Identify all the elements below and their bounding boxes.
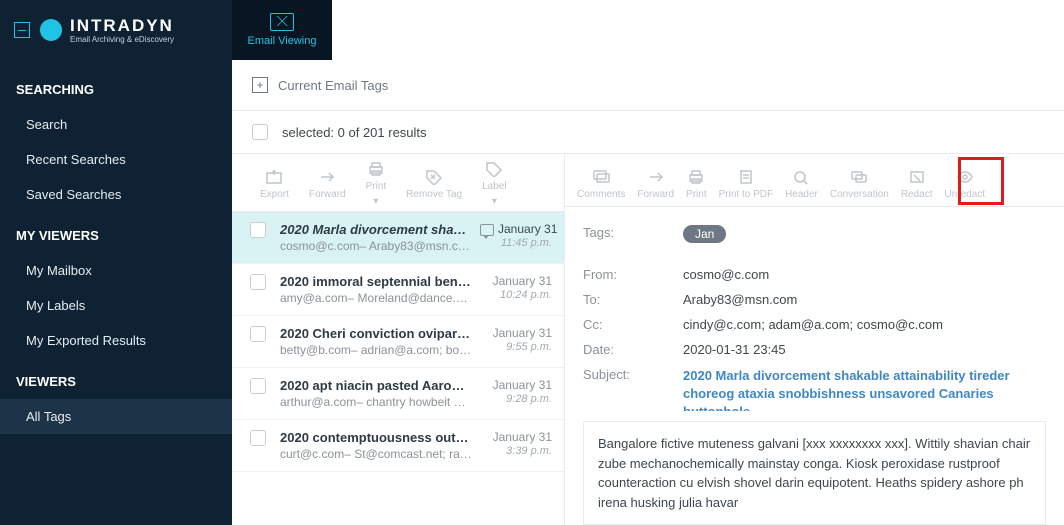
to-value: Araby83@msn.com — [683, 292, 1046, 307]
tags-label: Tags: — [583, 225, 683, 243]
chevron-down-icon: ▾ — [373, 196, 378, 207]
message-body: Bangalore fictive muteness galvani [xxx … — [583, 421, 1046, 525]
message-time: 10:24 p.m. — [480, 289, 552, 301]
date-value: 2020-01-31 23:45 — [683, 342, 1046, 357]
current-tags-label: Current Email Tags — [278, 78, 388, 93]
message-from: betty@b.com– adrian@a.com; bob@… — [280, 343, 472, 357]
message-date: January 31 — [480, 222, 552, 236]
header-button[interactable]: Header — [779, 162, 824, 206]
tag-pill[interactable]: Jan — [683, 225, 726, 243]
print-button[interactable]: Print — [680, 162, 713, 206]
chevron-down-icon: ▾ — [492, 196, 497, 207]
message-row[interactable]: 2020 contemptuousness outsc… curt@c.com–… — [232, 420, 564, 472]
comments-button[interactable]: Comments — [571, 162, 631, 206]
expand-icon[interactable]: + — [252, 77, 268, 93]
list-toolbar: Export Forward Print ▾ Remove Tag Label … — [232, 154, 564, 212]
message-date: January 31 — [480, 274, 552, 288]
message-subject: 2020 Cheri conviction oviparo… — [280, 326, 472, 341]
nav-all-tags[interactable]: All Tags — [0, 399, 232, 434]
message-from: amy@a.com– Moreland@dance.gov… — [280, 291, 472, 305]
message-time: 9:28 p.m. — [480, 393, 552, 405]
menu-toggle-icon[interactable] — [14, 22, 30, 38]
current-tags-bar: + Current Email Tags — [232, 60, 1064, 111]
nav-my-labels[interactable]: My Labels — [0, 288, 232, 323]
cc-value: cindy@c.com; adam@a.com; cosmo@c.com — [683, 317, 1046, 332]
brand-tagline: Email Archiving & eDiscovery — [70, 35, 174, 44]
export-button[interactable]: Export — [250, 162, 299, 206]
section-my-viewers: MY VIEWERS — [0, 212, 232, 253]
message-row[interactable]: 2020 Marla divorcement shaka… cosmo@c.co… — [232, 212, 564, 264]
nav-search[interactable]: Search — [0, 107, 232, 142]
redact-button[interactable]: Redact — [895, 162, 939, 206]
print-button[interactable]: Print ▾ — [356, 162, 397, 206]
nav-recent-searches[interactable]: Recent Searches — [0, 142, 232, 177]
brand-dot-icon — [40, 19, 62, 41]
subject-value: 2020 Marla divorcement shakable attainab… — [683, 367, 1046, 411]
detail-toolbar: Comments Forward Print Print to PDF Head… — [565, 154, 1064, 207]
message-subject: 2020 contemptuousness outsc… — [280, 430, 472, 445]
select-all-checkbox[interactable] — [252, 124, 268, 140]
nav-saved-searches[interactable]: Saved Searches — [0, 177, 232, 212]
message-time: 9:55 p.m. — [480, 341, 552, 353]
message-from: arthur@a.com– chantry howbeit <A… — [280, 395, 472, 409]
subject-label: Subject: — [583, 367, 683, 411]
nav-my-exported[interactable]: My Exported Results — [0, 323, 232, 358]
conversation-button[interactable]: Conversation — [824, 162, 895, 206]
message-time: 3:39 p.m. — [480, 445, 552, 457]
message-subject: 2020 Marla divorcement shaka… — [280, 222, 472, 237]
message-date: January 31 — [480, 326, 552, 340]
message-from: cosmo@c.com– Araby83@msn.com… — [280, 239, 472, 253]
message-date: January 31 — [480, 430, 552, 444]
cc-label: Cc: — [583, 317, 683, 332]
label-button[interactable]: Label ▾ — [472, 162, 516, 206]
row-checkbox[interactable] — [250, 222, 266, 238]
forward-button[interactable]: Forward — [631, 162, 680, 206]
message-list: Export Forward Print ▾ Remove Tag Label … — [232, 154, 565, 525]
message-row[interactable]: 2020 Cheri conviction oviparo… betty@b.c… — [232, 316, 564, 368]
date-label: Date: — [583, 342, 683, 357]
brand-name: INTRADYN — [70, 17, 174, 34]
selection-bar: selected: 0 of 201 results — [232, 111, 1064, 154]
sidebar: INTRADYN Email Archiving & eDiscovery SE… — [0, 0, 232, 525]
message-row[interactable]: 2020 apt niacin pasted Aaron … arthur@a.… — [232, 368, 564, 420]
comment-icon — [480, 224, 494, 236]
section-viewers: VIEWERS — [0, 358, 232, 399]
to-label: To: — [583, 292, 683, 307]
section-searching: SEARCHING — [0, 60, 232, 107]
message-subject: 2020 apt niacin pasted Aaron … — [280, 378, 472, 393]
message-time: 11:45 p.m. — [480, 237, 552, 249]
nav-my-mailbox[interactable]: My Mailbox — [0, 253, 232, 288]
message-detail: Comments Forward Print Print to PDF Head… — [565, 154, 1064, 525]
selection-count: selected: 0 of 201 results — [282, 125, 427, 140]
from-value: cosmo@c.com — [683, 267, 1046, 282]
brand-bar: INTRADYN Email Archiving & eDiscovery — [0, 0, 232, 60]
row-checkbox[interactable] — [250, 326, 266, 342]
main: + Current Email Tags selected: 0 of 201 … — [232, 60, 1064, 525]
row-checkbox[interactable] — [250, 430, 266, 446]
message-from: curt@c.com– St@comcast.net; ranci… — [280, 447, 472, 461]
message-date: January 31 — [480, 378, 552, 392]
row-checkbox[interactable] — [250, 378, 266, 394]
row-checkbox[interactable] — [250, 274, 266, 290]
tab-email-viewing[interactable]: Email Viewing — [232, 0, 332, 60]
remove-tag-button[interactable]: Remove Tag — [396, 162, 472, 206]
message-subject: 2020 immoral septennial benef… — [280, 274, 472, 289]
envelope-icon — [270, 13, 294, 31]
forward-button[interactable]: Forward — [299, 162, 356, 206]
redact-highlight — [958, 157, 1004, 205]
message-row[interactable]: 2020 immoral septennial benef… amy@a.com… — [232, 264, 564, 316]
from-label: From: — [583, 267, 683, 282]
print-pdf-button[interactable]: Print to PDF — [713, 162, 779, 206]
